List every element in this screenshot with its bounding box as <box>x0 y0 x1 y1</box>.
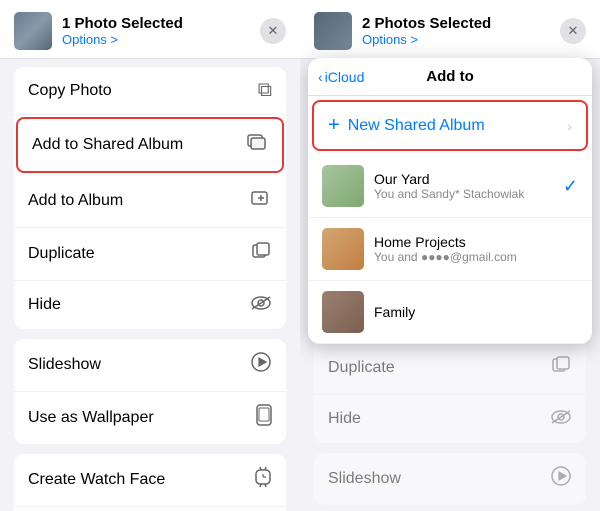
right-close-button[interactable]: ✕ <box>560 18 586 44</box>
use-as-wallpaper-icon <box>256 404 272 432</box>
our-yard-info: Our Yard You and Sandy* Stachowiak <box>374 171 553 201</box>
left-menu-list: Copy Photo ⧉ Add to Shared Album Add to … <box>0 59 300 511</box>
add-to-album-label: Add to Album <box>28 192 123 210</box>
right-duplicate-item[interactable]: Duplicate <box>314 342 586 395</box>
left-header-options[interactable]: Options > <box>62 32 183 47</box>
duplicate-label: Duplicate <box>28 245 95 263</box>
right-duplicate-icon <box>550 354 572 382</box>
hide-item[interactable]: Hide <box>14 281 286 329</box>
right-section-2: Slideshow <box>314 453 586 505</box>
home-projects-thumb <box>322 228 364 270</box>
hide-label: Hide <box>28 296 61 314</box>
add-to-shared-album-icon <box>246 131 268 159</box>
create-watch-face-item[interactable]: Create Watch Face <box>14 454 286 507</box>
album-family[interactable]: Family <box>308 281 592 344</box>
hide-icon <box>250 294 272 317</box>
right-hide-label: Hide <box>328 410 361 428</box>
new-shared-album-left: + New Shared Album <box>328 114 485 137</box>
left-photo-thumb <box>14 12 52 50</box>
duplicate-icon <box>250 240 272 268</box>
use-as-wallpaper-label: Use as Wallpaper <box>28 409 154 427</box>
right-slideshow-icon <box>550 465 572 493</box>
chevron-left-icon: ‹ <box>318 69 323 85</box>
left-header-title: 1 Photo Selected <box>62 15 183 32</box>
left-section-1: Copy Photo ⧉ Add to Shared Album Add to … <box>14 67 286 329</box>
right-photo-thumb <box>314 12 352 50</box>
slideshow-label: Slideshow <box>28 356 101 374</box>
right-slideshow-label: Slideshow <box>328 470 401 488</box>
new-shared-album-item[interactable]: + New Shared Album › <box>312 100 588 151</box>
add-to-album-item[interactable]: Add to Album <box>14 175 286 228</box>
plus-icon: + <box>328 114 340 137</box>
use-as-wallpaper-item[interactable]: Use as Wallpaper <box>14 392 286 444</box>
left-section-3: Create Watch Face Save to Files <box>14 454 286 511</box>
dropdown-header: ‹ iCloud Add to <box>308 58 592 96</box>
our-yard-thumb <box>322 165 364 207</box>
left-section-2: Slideshow Use as Wallpaper <box>14 339 286 444</box>
album-our-yard[interactable]: Our Yard You and Sandy* Stachowiak ✓ <box>308 155 592 218</box>
create-watch-face-icon <box>254 466 272 494</box>
add-to-shared-album-label: Add to Shared Album <box>32 136 183 154</box>
album-home-projects[interactable]: Home Projects You and ●●●●@gmail.com <box>308 218 592 281</box>
family-thumb <box>322 291 364 333</box>
save-to-files-item[interactable]: Save to Files <box>14 507 286 511</box>
right-header-options[interactable]: Options > <box>362 32 491 47</box>
home-projects-members: You and ●●●●@gmail.com <box>374 250 578 264</box>
family-info: Family <box>374 304 578 320</box>
right-header-title: 2 Photos Selected <box>362 15 491 32</box>
home-projects-name: Home Projects <box>374 234 578 250</box>
right-header-text: 2 Photos Selected Options > <box>362 15 491 47</box>
dropdown-back-button[interactable]: ‹ iCloud <box>318 69 364 85</box>
left-panel: 1 Photo Selected Options > ✕ Copy Photo … <box>0 0 300 511</box>
our-yard-members: You and Sandy* Stachowiak <box>374 187 553 201</box>
slideshow-icon <box>250 351 272 379</box>
left-close-button[interactable]: ✕ <box>260 18 286 44</box>
add-to-shared-album-item[interactable]: Add to Shared Album <box>16 117 284 173</box>
right-duplicate-label: Duplicate <box>328 359 395 377</box>
add-to-album-icon <box>250 187 272 215</box>
home-projects-info: Home Projects You and ●●●●@gmail.com <box>374 234 578 264</box>
left-header-left: 1 Photo Selected Options > <box>14 12 183 50</box>
new-shared-album-label: New Shared Album <box>348 117 485 135</box>
our-yard-name: Our Yard <box>374 171 553 187</box>
family-name: Family <box>374 304 578 320</box>
create-watch-face-label: Create Watch Face <box>28 471 165 489</box>
slideshow-item[interactable]: Slideshow <box>14 339 286 392</box>
left-header-text: 1 Photo Selected Options > <box>62 15 183 47</box>
dropdown-back-label: iCloud <box>325 69 365 85</box>
duplicate-item[interactable]: Duplicate <box>14 228 286 281</box>
chevron-right-icon: › <box>567 118 572 134</box>
right-slideshow-item[interactable]: Slideshow <box>314 453 586 505</box>
right-hide-icon <box>550 408 572 431</box>
left-header: 1 Photo Selected Options > ✕ <box>0 0 300 59</box>
copy-photo-label: Copy Photo <box>28 82 112 100</box>
our-yard-check-icon: ✓ <box>563 176 578 197</box>
copy-photo-icon: ⧉ <box>258 79 272 102</box>
dropdown-title: Add to <box>426 68 473 85</box>
add-to-dropdown: ‹ iCloud Add to + New Shared Album › Our… <box>308 58 592 344</box>
right-panel: 2 Photos Selected Options > ✕ ‹ iCloud A… <box>300 0 600 511</box>
right-hide-item[interactable]: Hide <box>314 395 586 443</box>
copy-photo-item[interactable]: Copy Photo ⧉ <box>14 67 286 115</box>
right-header: 2 Photos Selected Options > ✕ <box>300 0 600 59</box>
right-header-left: 2 Photos Selected Options > <box>314 12 491 50</box>
